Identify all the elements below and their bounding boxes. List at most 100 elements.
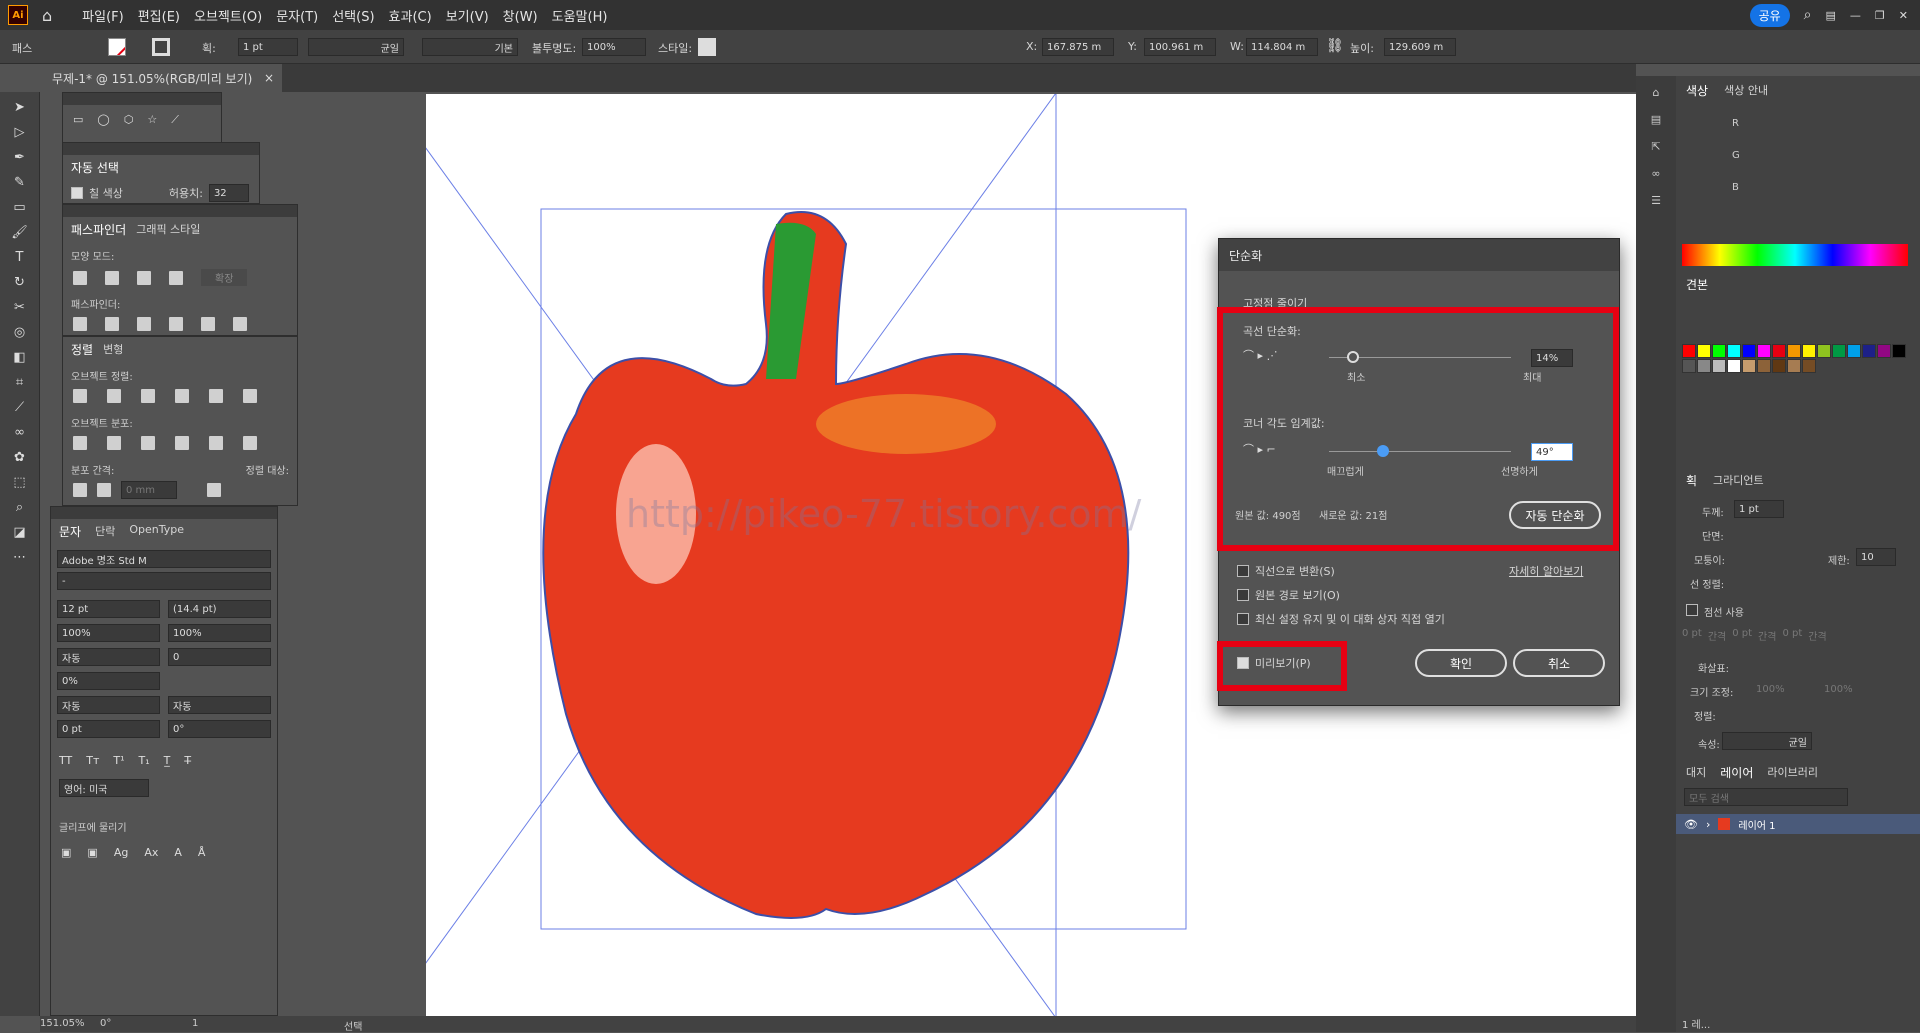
show-original-checkbox[interactable] bbox=[1237, 589, 1249, 601]
intersect-icon[interactable] bbox=[137, 270, 151, 285]
snap-icon-2[interactable]: ▣ bbox=[87, 846, 97, 859]
preview-checkbox[interactable] bbox=[1237, 657, 1249, 669]
layer-expand-icon[interactable]: › bbox=[1706, 818, 1710, 831]
tracking-field[interactable]: 0 bbox=[168, 648, 271, 666]
gradient-tool-icon[interactable]: ◧ bbox=[13, 350, 25, 365]
tab-paragraph[interactable]: 단락 bbox=[95, 523, 115, 540]
curvature-tool-icon[interactable]: ✎ bbox=[14, 175, 25, 190]
search-icon[interactable]: ⌕ bbox=[1804, 7, 1812, 23]
minus-front-icon[interactable] bbox=[105, 270, 119, 285]
pen-tool-icon[interactable]: ✒ bbox=[14, 150, 25, 165]
ellipse-shape-icon[interactable]: ◯ bbox=[97, 113, 109, 127]
all-caps-icon[interactable]: TT bbox=[59, 754, 72, 767]
dock-icon-4[interactable]: ∞ bbox=[1651, 167, 1660, 180]
corner-value-field[interactable]: 49° bbox=[1531, 443, 1573, 461]
exclude-icon[interactable] bbox=[169, 270, 183, 285]
dist-left-icon[interactable] bbox=[175, 436, 189, 450]
menu-object[interactable]: 오브젝트(O) bbox=[194, 6, 262, 25]
dash-1[interactable]: 0 pt bbox=[1682, 628, 1702, 643]
menu-view[interactable]: 보기(V) bbox=[446, 6, 489, 25]
menu-edit[interactable]: 편집(E) bbox=[138, 6, 180, 25]
type-tool-icon[interactable]: T bbox=[16, 250, 24, 265]
direct-select-icon[interactable]: ▷ bbox=[15, 125, 25, 140]
dash-2[interactable]: 0 pt bbox=[1732, 628, 1752, 643]
restore-icon[interactable]: ❐ bbox=[1875, 9, 1885, 22]
font-family-field[interactable]: Adobe 명조 Std M bbox=[57, 550, 271, 568]
layer-search-input[interactable]: 모두 검색 bbox=[1684, 788, 1848, 806]
stroke-weight-field[interactable]: 1 pt bbox=[238, 38, 298, 56]
keep-settings-checkbox[interactable] bbox=[1237, 613, 1249, 625]
stroke-weight-panel-field[interactable]: 1 pt bbox=[1734, 500, 1784, 518]
vertical-scale-field[interactable]: 100% bbox=[57, 624, 160, 642]
more-tools-icon[interactable]: ⋯ bbox=[13, 550, 26, 565]
dist-right-icon[interactable] bbox=[243, 436, 257, 450]
close-icon[interactable]: ✕ bbox=[1899, 9, 1908, 22]
polygon-shape-icon[interactable]: ⬡ bbox=[124, 113, 134, 127]
tab-libraries[interactable]: 라이브러리 bbox=[1767, 764, 1818, 781]
style-swatch[interactable] bbox=[698, 38, 716, 56]
menu-help[interactable]: 도움말(H) bbox=[552, 6, 608, 25]
curve-value-field[interactable]: 14% bbox=[1531, 349, 1573, 367]
dist-vcenter-icon[interactable] bbox=[107, 436, 121, 450]
menu-window[interactable]: 창(W) bbox=[503, 6, 538, 25]
underline-icon[interactable]: T̲ bbox=[164, 754, 171, 767]
font-style-field[interactable]: - bbox=[57, 572, 271, 590]
profile-dropdown[interactable]: 균일 bbox=[308, 38, 404, 56]
brush-tool-icon[interactable]: 🖌 bbox=[11, 225, 28, 240]
aki-left-field[interactable]: 자동 bbox=[57, 696, 160, 714]
dock-icon-5[interactable]: ☰ bbox=[1651, 194, 1661, 207]
tab-color-guide[interactable]: 색상 안내 bbox=[1724, 82, 1768, 99]
visibility-eye-icon[interactable]: 👁 bbox=[1684, 818, 1698, 831]
rotation-angle[interactable]: 0° bbox=[100, 1018, 111, 1029]
align-vcenter-icon[interactable] bbox=[209, 389, 223, 403]
link-icon[interactable]: ⛓ bbox=[1326, 38, 1344, 54]
spacing-field[interactable]: 0 mm bbox=[121, 481, 177, 499]
tab-pathfinder[interactable]: 패스파인더 bbox=[71, 221, 126, 238]
line-shape-icon[interactable]: ⟋ bbox=[171, 113, 179, 127]
tab-opentype[interactable]: OpenType bbox=[129, 523, 184, 540]
swatch-grid[interactable] bbox=[1682, 344, 1908, 373]
tab-artboards[interactable]: 대지 bbox=[1686, 764, 1706, 781]
scale-value-1[interactable]: 100% bbox=[1756, 684, 1785, 695]
dock-icon-1[interactable]: ⌂ bbox=[1653, 86, 1660, 99]
unite-icon[interactable] bbox=[73, 270, 87, 285]
tab-stroke[interactable]: 획 bbox=[1686, 472, 1697, 489]
tab-color[interactable]: 색상 bbox=[1686, 82, 1708, 99]
align-to-icon[interactable] bbox=[207, 483, 221, 497]
kerning-field[interactable]: 자동 bbox=[57, 648, 160, 666]
font-size-field[interactable]: 12 pt bbox=[57, 600, 160, 618]
corner-slider-thumb[interactable] bbox=[1377, 445, 1389, 457]
align-top-icon[interactable] bbox=[175, 389, 189, 403]
tsume-field[interactable]: 0% bbox=[57, 672, 160, 690]
dash-3[interactable]: 0 pt bbox=[1782, 628, 1802, 643]
language-dropdown[interactable]: 영어: 미국 bbox=[59, 779, 149, 797]
limit-field[interactable]: 10 bbox=[1856, 548, 1896, 566]
mesh-tool-icon[interactable]: ⌗ bbox=[16, 375, 23, 390]
profile-panel-dropdown[interactable]: 균일 bbox=[1722, 732, 1812, 750]
snap-icon-1[interactable]: ▣ bbox=[61, 846, 71, 859]
dist-hcenter-icon[interactable] bbox=[209, 436, 223, 450]
scissors-icon[interactable]: ✂ bbox=[14, 300, 25, 315]
y-field[interactable]: 100.961 m bbox=[1144, 38, 1216, 56]
menu-type[interactable]: 문자(T) bbox=[276, 6, 318, 25]
artboard-number[interactable]: 1 bbox=[192, 1018, 198, 1029]
brush-dropdown[interactable]: 기본 bbox=[422, 38, 518, 56]
strikethrough-icon[interactable]: T̶ bbox=[184, 754, 191, 767]
dist-space-h-icon[interactable] bbox=[97, 483, 111, 497]
superscript-icon[interactable]: T¹ bbox=[113, 754, 124, 767]
small-caps-icon[interactable]: Tт bbox=[86, 754, 99, 767]
star-shape-icon[interactable]: ☆ bbox=[147, 113, 157, 127]
dock-icon-2[interactable]: ▤ bbox=[1651, 113, 1661, 126]
dashed-line-checkbox[interactable] bbox=[1686, 604, 1698, 616]
dist-space-v-icon[interactable] bbox=[73, 483, 87, 497]
menu-file[interactable]: 파일(F) bbox=[82, 6, 124, 25]
align-left-icon[interactable] bbox=[73, 389, 87, 403]
tab-layers[interactable]: 레이어 bbox=[1720, 764, 1753, 781]
dock-icon-3[interactable]: ⇱ bbox=[1651, 140, 1660, 153]
blend-tool-icon[interactable]: ∞ bbox=[14, 425, 25, 440]
gap-3[interactable]: 간격 bbox=[1808, 628, 1826, 643]
snap-icon-3[interactable]: Ag bbox=[114, 846, 129, 859]
merge-icon[interactable] bbox=[137, 317, 151, 331]
dist-top-icon[interactable] bbox=[73, 436, 87, 450]
leading-field[interactable]: (14.4 pt) bbox=[168, 600, 271, 618]
